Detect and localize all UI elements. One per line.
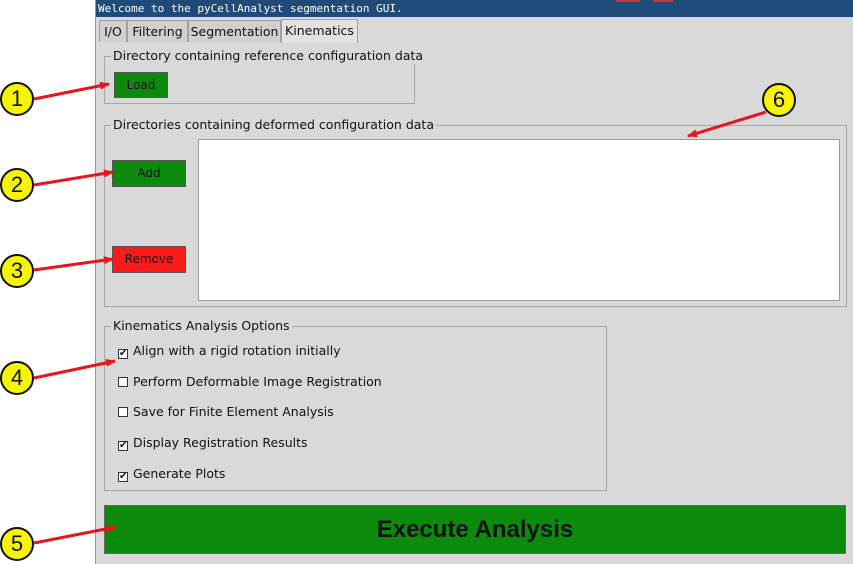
tab-filtering[interactable]: Filtering [127, 20, 188, 42]
callout-2: 2 [0, 168, 34, 202]
reference-group: Directory containing reference configura… [104, 48, 425, 104]
option-save-fea[interactable]: Save for Finite Element Analysis [118, 403, 334, 421]
option-label: Align with a rigid rotation initially [133, 343, 341, 358]
tab-kinematics[interactable]: Kinematics [281, 19, 358, 43]
add-button[interactable]: Add [112, 160, 186, 187]
option-label: Save for Finite Element Analysis [133, 404, 334, 419]
reference-group-title: Directory containing reference configura… [111, 48, 425, 64]
checkbox[interactable]: ✔ [118, 349, 128, 359]
options-group-title: Kinematics Analysis Options [111, 318, 292, 334]
option-align-rigid[interactable]: ✔ Align with a rigid rotation initially [118, 342, 341, 360]
callout-6: 6 [762, 83, 796, 117]
remove-button[interactable]: Remove [112, 246, 186, 273]
callout-5: 5 [0, 527, 34, 561]
option-label: Display Registration Results [133, 435, 308, 450]
callout-4: 4 [0, 361, 34, 395]
callout-1: 1 [0, 82, 34, 116]
execute-analysis-button[interactable]: Execute Analysis [104, 505, 846, 554]
status-bar: Welcome to the pyCellAnalyst segmentatio… [96, 0, 853, 17]
window-edge-mark [616, 0, 640, 2]
deformed-directories-list[interactable] [198, 139, 840, 301]
tab-io[interactable]: I/O [99, 20, 127, 42]
app-window: Welcome to the pyCellAnalyst segmentatio… [95, 0, 853, 564]
option-display-registration[interactable]: ✔ Display Registration Results [118, 434, 308, 452]
option-generate-plots[interactable]: ✔ Generate Plots [118, 465, 225, 483]
option-label: Perform Deformable Image Registration [133, 374, 382, 389]
callout-3: 3 [0, 254, 34, 288]
option-label: Generate Plots [133, 466, 226, 481]
checkbox[interactable]: ✔ [118, 472, 128, 482]
option-deformable-registration[interactable]: Perform Deformable Image Registration [118, 373, 382, 391]
window-edge-mark [653, 0, 673, 2]
load-button[interactable]: Load [114, 72, 168, 98]
checkbox[interactable] [118, 407, 128, 417]
checkbox[interactable]: ✔ [118, 441, 128, 451]
tab-segmentation[interactable]: Segmentation [188, 20, 281, 42]
checkbox[interactable] [118, 377, 128, 387]
deformed-group-title: Directories containing deformed configur… [111, 117, 436, 133]
